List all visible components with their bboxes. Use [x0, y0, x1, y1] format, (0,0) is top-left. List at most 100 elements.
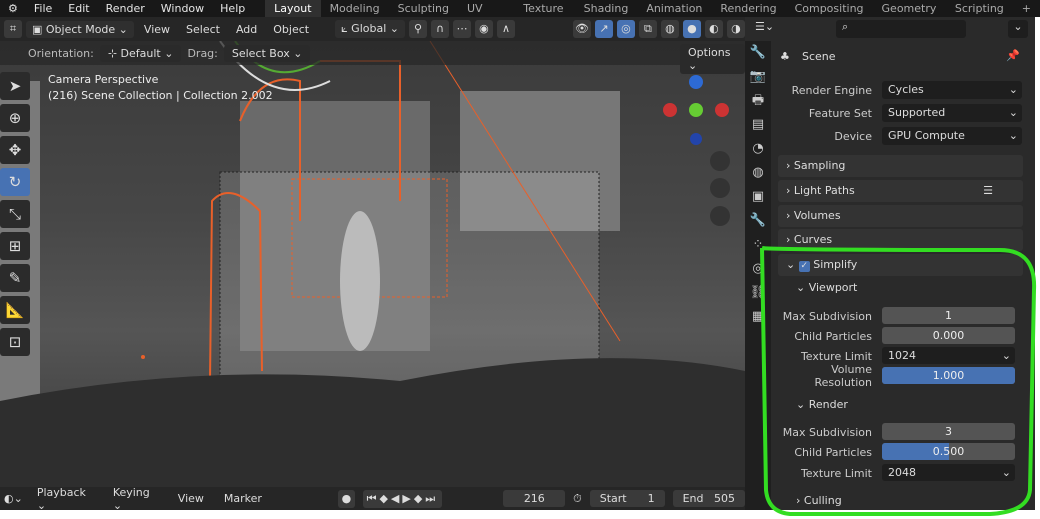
panel-curves[interactable]: › Curves: [778, 229, 1023, 251]
subpanel-viewport[interactable]: ⌄ Viewport: [782, 278, 1022, 298]
gizmo-icon[interactable]: ↗: [594, 20, 613, 38]
mode-dropdown[interactable]: ▣ Object Mode ⌄: [26, 20, 134, 38]
pivot-icon[interactable]: ⚲: [408, 20, 427, 38]
start-frame-field[interactable]: Start 1: [589, 490, 665, 507]
tab-scripting[interactable]: Scripting: [946, 0, 1013, 17]
wireframe-shading-icon[interactable]: ◍: [660, 20, 679, 38]
blender-logo-icon[interactable]: ⚙: [0, 2, 26, 15]
render-engine-dropdown[interactable]: Cycles ⌄: [882, 81, 1022, 99]
rd-child-particles-slider[interactable]: 0.500: [882, 443, 1015, 460]
vp-child-particles-field[interactable]: 0.000: [882, 327, 1015, 344]
tab-rendering[interactable]: Rendering: [711, 0, 785, 17]
solid-shading-icon[interactable]: ●: [682, 20, 701, 38]
feature-set-dropdown[interactable]: Supported ⌄: [882, 104, 1022, 122]
marker-menu[interactable]: Marker: [218, 490, 268, 507]
menu-edit[interactable]: Edit: [60, 2, 97, 15]
vp-max-subdivision-field[interactable]: 1: [882, 307, 1015, 324]
panel-light-paths[interactable]: › Light Paths ☰: [778, 180, 1023, 202]
tab-compositing[interactable]: Compositing: [786, 0, 873, 17]
timeline-view-menu[interactable]: View: [172, 490, 210, 507]
tab-modeling[interactable]: Modeling: [321, 0, 389, 17]
tab-geometry-nodes[interactable]: Geometry Nodes: [873, 0, 946, 32]
properties-editor-type-icon[interactable]: ☰⌄: [755, 20, 774, 33]
snap-icon[interactable]: ∩: [430, 20, 449, 38]
material-shading-icon[interactable]: ◐: [704, 20, 723, 38]
pin-icon[interactable]: 📌: [1006, 49, 1020, 62]
falloff-icon[interactable]: ∧: [496, 20, 515, 38]
end-frame-field[interactable]: End 505: [672, 490, 745, 507]
current-frame-field[interactable]: 216: [503, 490, 566, 507]
measure-icon[interactable]: 📐: [0, 296, 30, 324]
playback-controls[interactable]: ⏮◆◀▶◆⏭: [362, 489, 443, 508]
tab-sculpting[interactable]: Sculpting: [389, 0, 458, 17]
rd-max-subdivision-field[interactable]: 3: [882, 423, 1015, 440]
device-dropdown[interactable]: GPU Compute ⌄: [882, 127, 1022, 145]
modifier-tab-icon[interactable]: 🔧: [745, 209, 771, 233]
menu-render[interactable]: Render: [98, 2, 153, 15]
menu-file[interactable]: File: [26, 2, 60, 15]
add-cube-icon[interactable]: ⊡: [0, 328, 30, 356]
timeline-editor-icon[interactable]: ◐⌄: [4, 492, 23, 505]
view-layer-tab-icon[interactable]: ▤: [745, 113, 771, 137]
drag-dropdown[interactable]: Select Box ⌄: [223, 44, 311, 62]
record-icon[interactable]: ●: [338, 489, 355, 508]
overlay-icon[interactable]: ◎: [616, 20, 635, 38]
cursor-icon[interactable]: ⊕: [0, 104, 30, 132]
rendered-shading-icon[interactable]: ◑: [726, 20, 745, 38]
xray-icon[interactable]: ⧉: [638, 20, 657, 38]
scene-tab-icon[interactable]: ◔: [745, 137, 771, 161]
orientation-dropdown[interactable]: ⊹ Default ⌄: [99, 44, 182, 62]
stopwatch-icon[interactable]: ⏱: [573, 492, 582, 506]
rd-texture-limit-dropdown[interactable]: 2048 ⌄: [882, 464, 1015, 481]
subpanel-render[interactable]: ⌄ Render: [782, 395, 1022, 415]
panel-simplify[interactable]: ⌄ ✓ Simplify: [778, 254, 1023, 276]
vp-texture-limit-dropdown[interactable]: 1024 ⌄: [882, 347, 1015, 364]
properties-search-input[interactable]: ⌕: [836, 20, 966, 38]
annotate-icon[interactable]: ✎: [0, 264, 30, 292]
data-tab-icon[interactable]: ▦: [745, 305, 771, 329]
panel-volumes[interactable]: › Volumes: [778, 205, 1023, 227]
object-tab-icon[interactable]: ▣: [745, 185, 771, 209]
menu-select[interactable]: Select: [180, 21, 226, 38]
constraints-tab-icon[interactable]: ⛓: [745, 281, 771, 305]
panel-sampling-label: Sampling: [793, 159, 846, 172]
keying-menu[interactable]: Keying ⌄: [107, 484, 164, 514]
subpanel-culling[interactable]: › Culling: [782, 491, 1022, 511]
menu-help[interactable]: Help: [212, 2, 253, 15]
menu-view[interactable]: View: [138, 21, 176, 38]
simplify-checkbox[interactable]: ✓: [798, 261, 810, 272]
tab-layout[interactable]: Layout: [265, 0, 321, 17]
tool-tab-icon[interactable]: 🔧: [745, 41, 771, 65]
editor-type-icon[interactable]: ⌗: [4, 20, 22, 38]
proportional-edit-icon[interactable]: ◉: [474, 20, 493, 38]
tab-shading[interactable]: Shading: [575, 0, 638, 17]
select-box-icon[interactable]: ➤: [0, 72, 30, 100]
snap-target-icon[interactable]: ⋯: [452, 20, 471, 38]
tab-texture-paint[interactable]: Texture Paint: [514, 0, 574, 32]
properties-options-icon[interactable]: ⌄: [1008, 20, 1028, 38]
options-dropdown[interactable]: Options ⌄: [680, 44, 745, 74]
particles-tab-icon[interactable]: ⁘: [745, 233, 771, 257]
menu-add[interactable]: Add: [230, 21, 263, 38]
visibility-icon[interactable]: 👁: [572, 20, 591, 38]
3d-viewport[interactable]: Camera Perspective (216) Scene Collectio…: [0, 41, 745, 487]
panel-sampling[interactable]: › Sampling: [778, 155, 1023, 177]
tab-uv-editing[interactable]: UV Editing: [458, 0, 514, 32]
playback-menu[interactable]: Playback ⌄: [31, 484, 99, 514]
menu-window[interactable]: Window: [153, 2, 212, 15]
move-icon[interactable]: ✥: [0, 136, 30, 164]
list-icon[interactable]: ☰: [983, 180, 993, 202]
transform-orientation-dropdown[interactable]: ⟀ Global ⌄: [335, 20, 405, 38]
vp-volume-resolution-slider[interactable]: 1.000: [882, 367, 1015, 384]
scale-icon[interactable]: ⤡: [0, 200, 30, 228]
world-tab-icon[interactable]: ◍: [745, 161, 771, 185]
add-workspace-button[interactable]: +: [1013, 0, 1040, 17]
physics-tab-icon[interactable]: ◎: [745, 257, 771, 281]
menu-object[interactable]: Object: [267, 21, 315, 38]
transform-icon[interactable]: ⊞: [0, 232, 30, 260]
tab-animation[interactable]: Animation: [637, 0, 711, 17]
rotate-icon[interactable]: ↻: [0, 168, 30, 196]
output-tab-icon[interactable]: 🖶: [745, 89, 771, 113]
subpanel-culling-label: Culling: [803, 494, 842, 507]
render-tab-icon[interactable]: 📷: [745, 65, 771, 89]
